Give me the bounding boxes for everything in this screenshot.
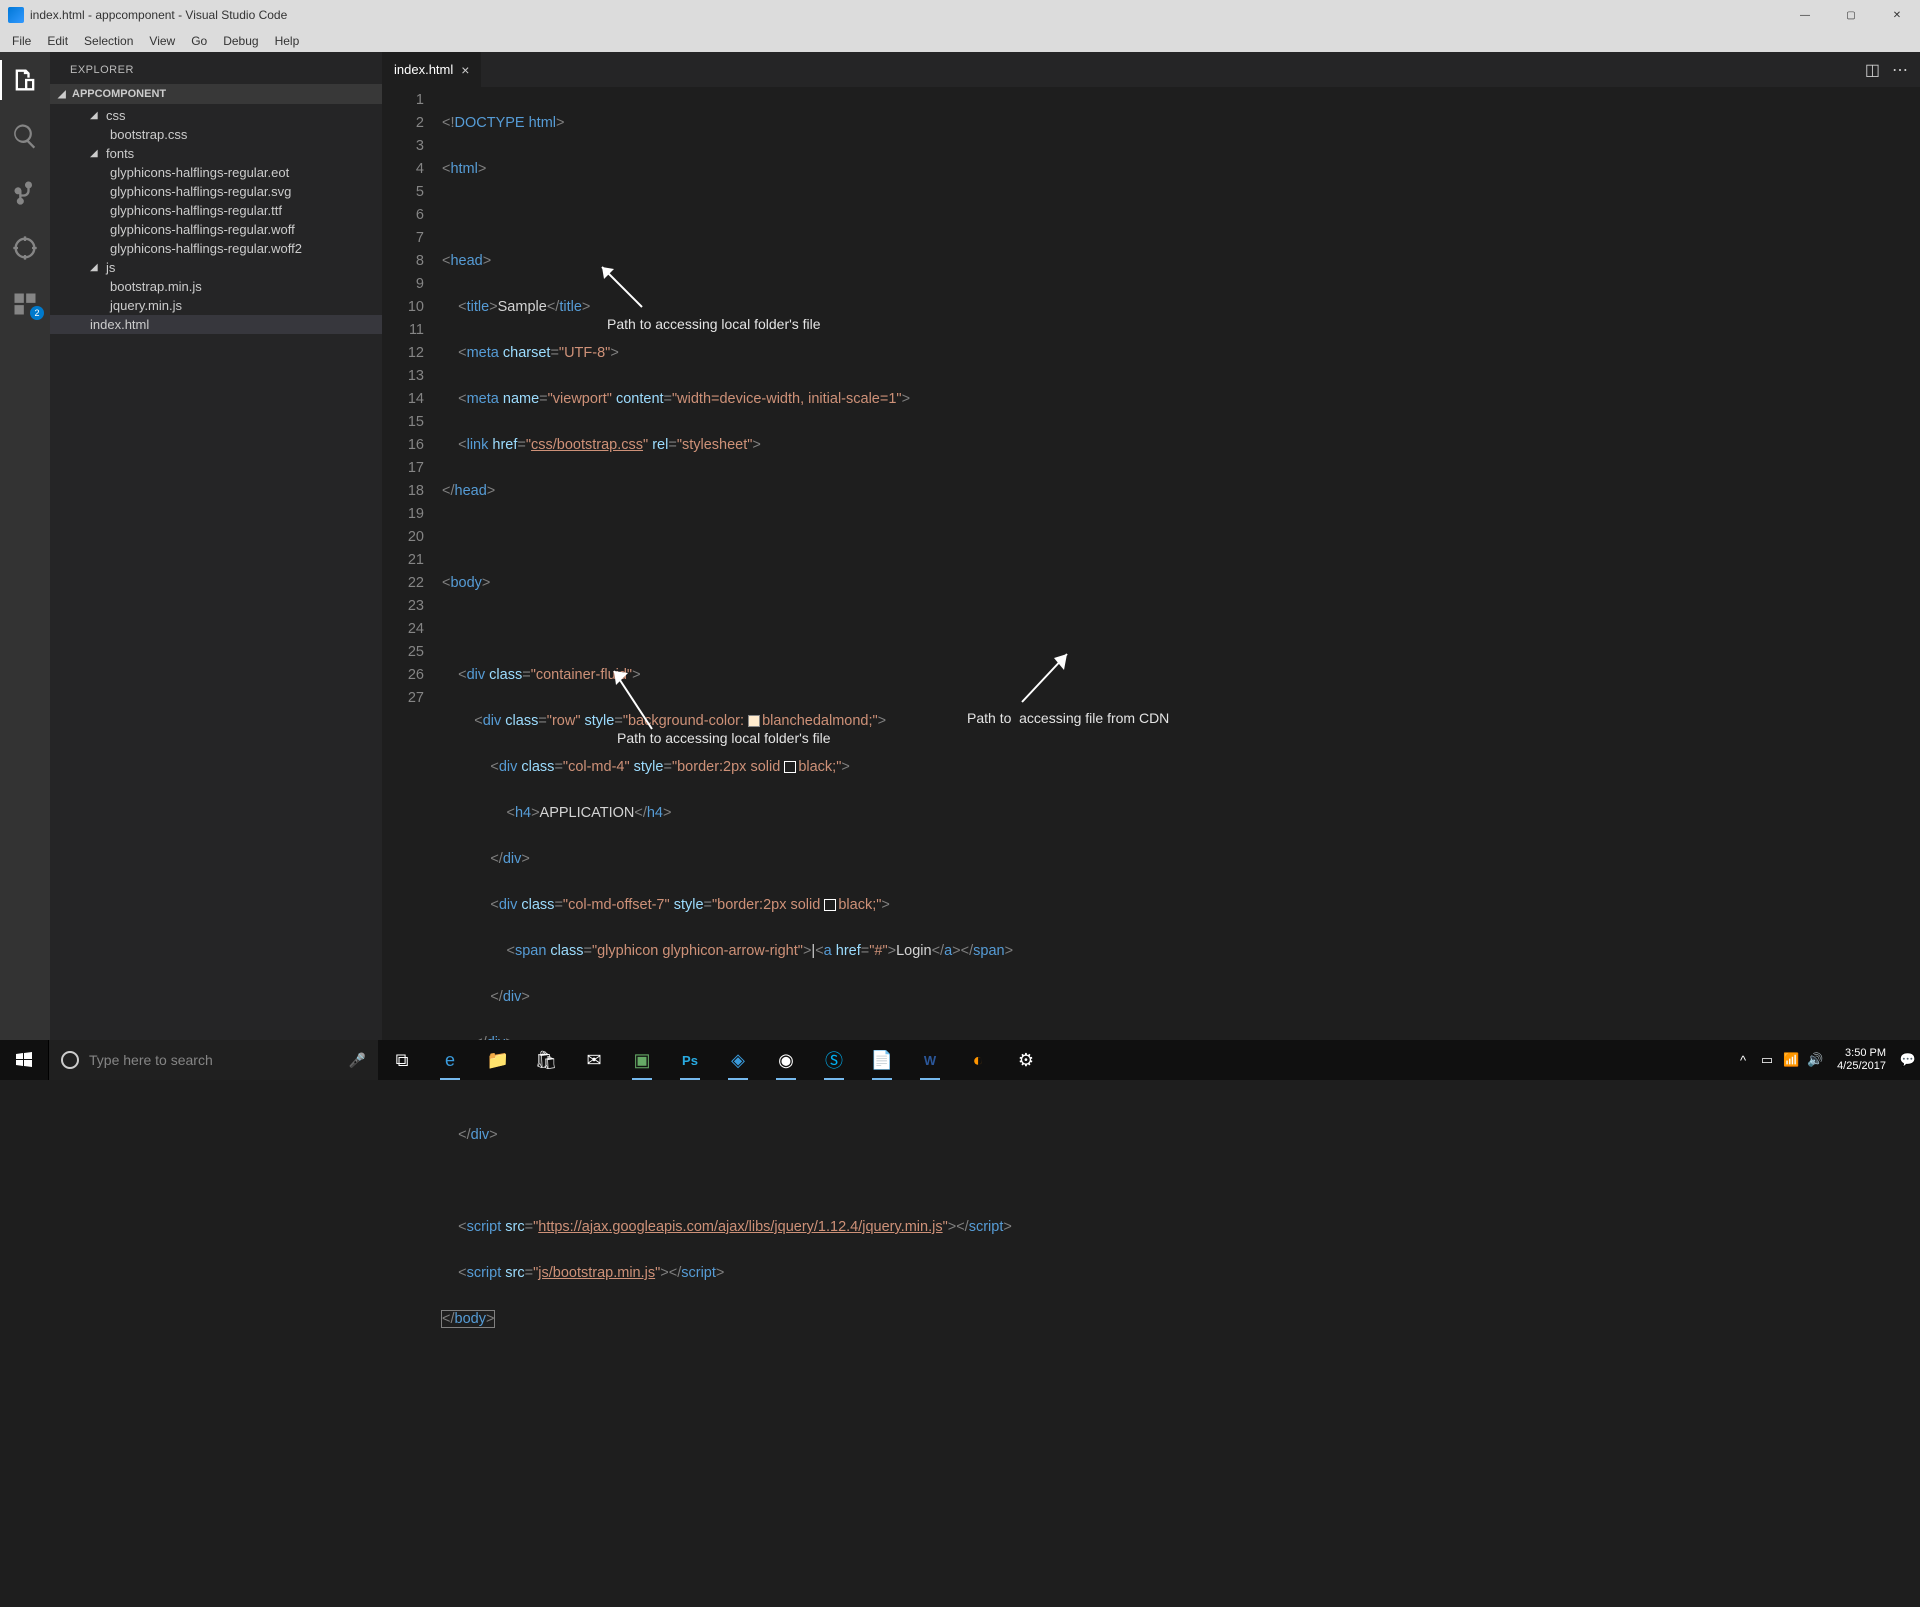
chevron-down-icon: ◢ [90, 110, 100, 121]
tray-volume-icon[interactable]: 🔊 [1803, 1052, 1827, 1068]
menu-go[interactable]: Go [183, 34, 215, 48]
tab-label: index.html [394, 62, 453, 77]
tree-file[interactable]: jquery.min.js [50, 296, 382, 315]
tree-file[interactable]: glyphicons-halflings-regular.woff2 [50, 239, 382, 258]
task-vscode[interactable]: ◈ [714, 1040, 762, 1080]
menubar: File Edit Selection View Go Debug Help [0, 30, 1920, 52]
sidebar-explorer: EXPLORER ◢ APPCOMPONENT ◢cssbootstrap.cs… [50, 52, 382, 1040]
minimize-button[interactable]: — [1782, 0, 1828, 30]
cortana-icon [61, 1051, 79, 1069]
task-mail[interactable]: ✉ [570, 1040, 618, 1080]
task-word[interactable]: W [906, 1040, 954, 1080]
windows-icon [16, 1052, 32, 1068]
task-file-explorer[interactable]: 📁 [474, 1040, 522, 1080]
task-store[interactable]: 🛍 [522, 1040, 570, 1080]
code-content[interactable]: <!DOCTYPE html> <html> <head> <title>Sam… [442, 87, 1920, 1607]
task-photoshop[interactable]: Ps [666, 1040, 714, 1080]
activity-debug[interactable] [0, 228, 50, 268]
tray-battery-icon[interactable]: ▭ [1755, 1052, 1779, 1068]
task-app1[interactable]: ▣ [618, 1040, 666, 1080]
tree-file[interactable]: glyphicons-halflings-regular.ttf [50, 201, 382, 220]
tab-close-icon[interactable]: × [461, 62, 469, 78]
chevron-down-icon: ◢ [90, 262, 100, 273]
maximize-button[interactable]: ▢ [1828, 0, 1874, 30]
tree-folder[interactable]: ◢js [50, 258, 382, 277]
close-button[interactable]: ✕ [1874, 0, 1920, 30]
search-placeholder: Type here to search [89, 1052, 213, 1068]
sidebar-title: EXPLORER [50, 52, 382, 84]
menu-debug[interactable]: Debug [215, 34, 266, 48]
file-tree: ◢cssbootstrap.css◢fontsglyphicons-halfli… [50, 104, 382, 336]
scm-badge: 2 [30, 306, 44, 320]
tree-file[interactable]: glyphicons-halflings-regular.woff [50, 220, 382, 239]
search-icon [11, 122, 39, 150]
tray-notifications-icon[interactable]: 💬 [1896, 1052, 1920, 1068]
task-edge[interactable]: e [426, 1040, 474, 1080]
editor-tabs: index.html × ◫ ⋯ [382, 52, 1920, 87]
tree-folder[interactable]: ◢fonts [50, 144, 382, 163]
chevron-down-icon: ◢ [90, 148, 100, 159]
taskbar-clock[interactable]: 3:50 PM 4/25/2017 [1827, 1047, 1896, 1073]
task-notepad[interactable]: 📄 [858, 1040, 906, 1080]
tree-file[interactable]: bootstrap.css [50, 125, 382, 144]
taskbar-search[interactable]: Type here to search 🎤 [48, 1040, 378, 1080]
tab-index-html[interactable]: index.html × [382, 52, 481, 87]
start-button[interactable] [0, 1040, 48, 1080]
activity-bar: 2 [0, 52, 50, 1040]
task-firefox[interactable]: ◐ [954, 1040, 1002, 1080]
section-name: APPCOMPONENT [72, 88, 166, 100]
tree-file[interactable]: index.html [50, 315, 382, 334]
explorer-section-header[interactable]: ◢ APPCOMPONENT [50, 84, 382, 104]
activity-explorer[interactable] [0, 60, 50, 100]
mic-icon[interactable]: 🎤 [349, 1052, 366, 1069]
more-actions-icon[interactable]: ⋯ [1892, 60, 1908, 80]
activity-scm[interactable] [0, 172, 50, 212]
git-icon [11, 178, 39, 206]
line-gutter: 1234567891011121314151617181920212223242… [382, 87, 442, 1607]
task-view-icon[interactable]: ⧉ [378, 1040, 426, 1080]
tree-file[interactable]: glyphicons-halflings-regular.svg [50, 182, 382, 201]
tree-file[interactable]: glyphicons-halflings-regular.eot [50, 163, 382, 182]
menu-view[interactable]: View [141, 34, 183, 48]
task-skype[interactable]: Ⓢ [810, 1040, 858, 1080]
chevron-down-icon: ◢ [58, 89, 68, 100]
taskbar: Type here to search 🎤 ⧉ e 📁 🛍 ✉ ▣ Ps ◈ ◉… [0, 1040, 1920, 1080]
tray-chevron-up-icon[interactable]: ^ [1731, 1053, 1755, 1068]
activity-search[interactable] [0, 116, 50, 156]
activity-extensions[interactable]: 2 [0, 284, 50, 324]
titlebar: index.html - appcomponent - Visual Studi… [0, 0, 1920, 30]
tray-wifi-icon[interactable]: 📶 [1779, 1052, 1803, 1068]
task-chrome[interactable]: ◉ [762, 1040, 810, 1080]
tree-file[interactable]: bootstrap.min.js [50, 277, 382, 296]
menu-help[interactable]: Help [267, 34, 308, 48]
bug-icon [11, 234, 39, 262]
menu-file[interactable]: File [4, 34, 39, 48]
editor: index.html × ◫ ⋯ 12345678910111213141516… [382, 52, 1920, 1040]
menu-selection[interactable]: Selection [76, 34, 141, 48]
split-editor-icon[interactable]: ◫ [1865, 60, 1880, 80]
files-icon [11, 66, 39, 94]
task-settings[interactable]: ⚙ [1002, 1040, 1050, 1080]
window-title: index.html - appcomponent - Visual Studi… [30, 8, 287, 22]
menu-edit[interactable]: Edit [39, 34, 76, 48]
system-tray: ^ ▭ 📶 🔊 3:50 PM 4/25/2017 💬 [1731, 1040, 1920, 1080]
tree-folder[interactable]: ◢css [50, 106, 382, 125]
vscode-icon [8, 7, 24, 23]
